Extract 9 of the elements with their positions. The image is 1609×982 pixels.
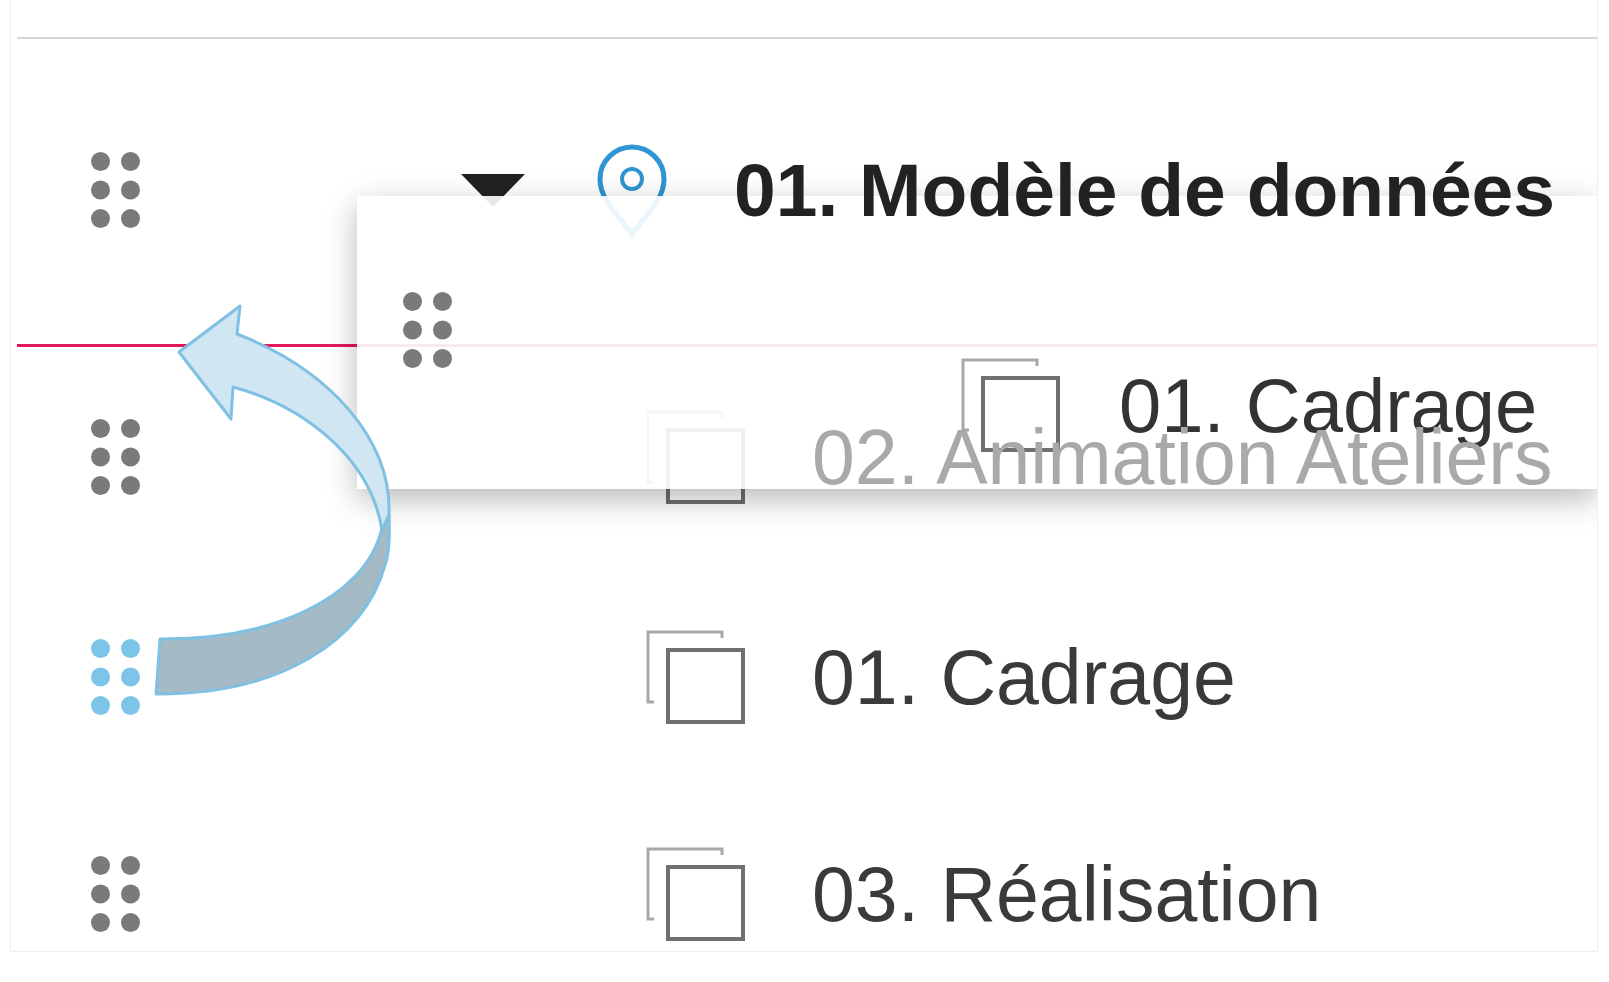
- tree-item-label[interactable]: 03. Réalisation: [812, 855, 1322, 933]
- tree-item-label[interactable]: 01. Modèle de données: [734, 152, 1556, 228]
- drag-handle-icon[interactable]: [91, 639, 140, 715]
- copy-icon: [646, 629, 746, 725]
- drag-handle-icon[interactable]: [91, 856, 140, 932]
- drag-handle-icon[interactable]: [91, 419, 140, 495]
- copy-icon: [646, 846, 746, 942]
- drag-handle-icon[interactable]: [91, 152, 140, 228]
- drag-handle-icon[interactable]: [403, 292, 452, 368]
